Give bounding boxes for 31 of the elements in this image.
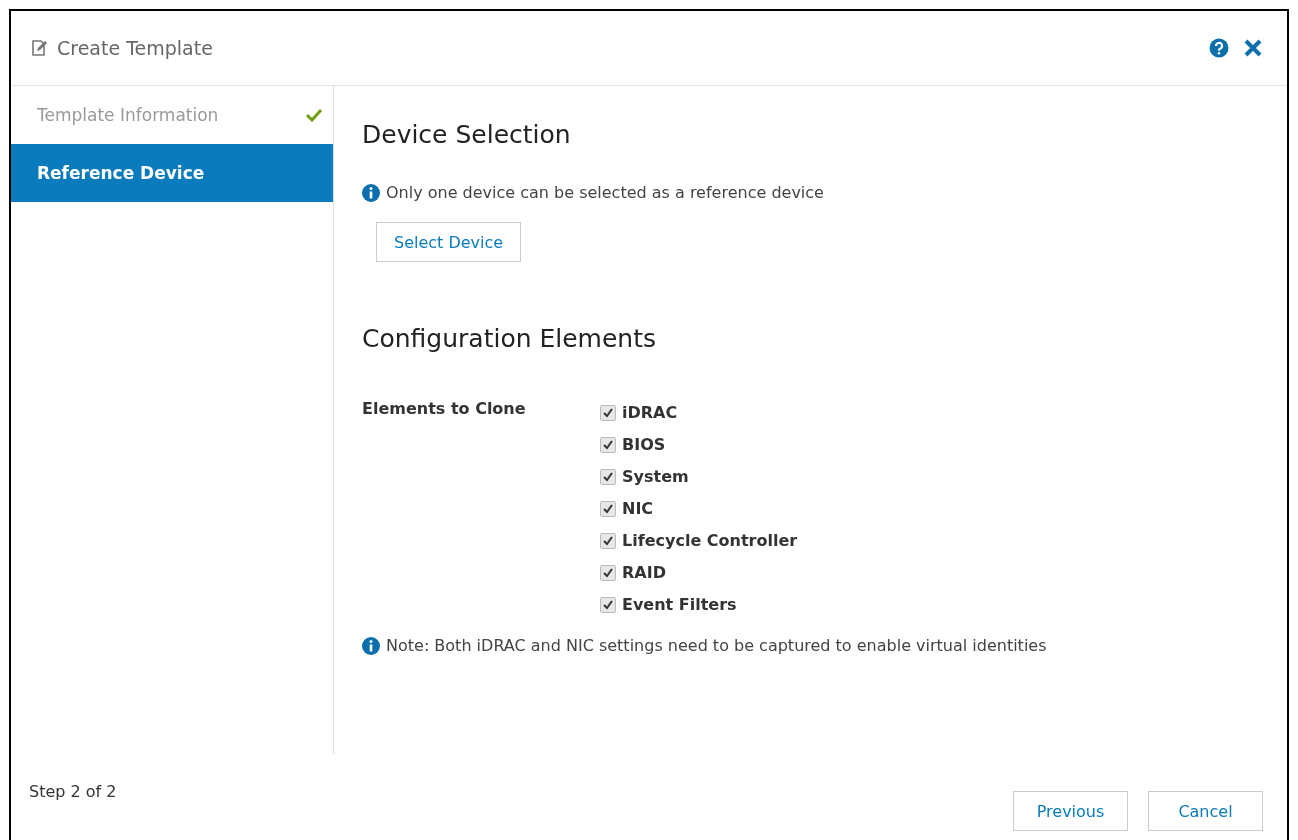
close-icon[interactable] [1243, 38, 1263, 58]
checkbox[interactable] [600, 564, 616, 581]
info-text: Only one device can be selected as a reference device [386, 183, 824, 202]
checkbox[interactable] [600, 532, 616, 549]
checkbox-label: NIC [622, 499, 654, 518]
info-icon [362, 183, 380, 202]
note-text: Note: Both iDRAC and NIC settings need to be captured to enable virtual identities [386, 636, 1047, 655]
checkbox[interactable] [600, 596, 616, 613]
checkbox[interactable] [600, 468, 616, 485]
section-heading: Configuration Elements [362, 324, 658, 353]
checkbox[interactable] [600, 404, 616, 421]
section-heading: Device Selection [362, 120, 572, 149]
checkbox-label: Lifecycle Controller [622, 531, 798, 550]
window-title: Create Template [57, 37, 213, 59]
select-device-button[interactable]: Select Device [376, 222, 522, 262]
field-label: Elements to Clone [362, 399, 527, 420]
footer-button[interactable]: Cancel [1148, 791, 1263, 831]
info-icon [362, 636, 380, 655]
checkbox-label: System [622, 467, 689, 486]
checkbox-label: BIOS [622, 435, 666, 454]
footer-button[interactable]: Previous [1013, 791, 1128, 831]
wizard-step[interactable]: Reference Device [11, 144, 333, 202]
help-icon[interactable] [1209, 38, 1229, 58]
checkbox[interactable] [600, 436, 616, 453]
checkbox-label: iDRAC [622, 403, 678, 422]
edit-document-icon [29, 38, 49, 58]
checkbox-label: RAID [622, 563, 666, 582]
checkbox[interactable] [600, 500, 616, 517]
checkbox-label: Event Filters [622, 595, 737, 614]
step-counter: Step 2 of 2 [29, 782, 117, 801]
wizard-step[interactable]: Template Information [11, 86, 333, 144]
